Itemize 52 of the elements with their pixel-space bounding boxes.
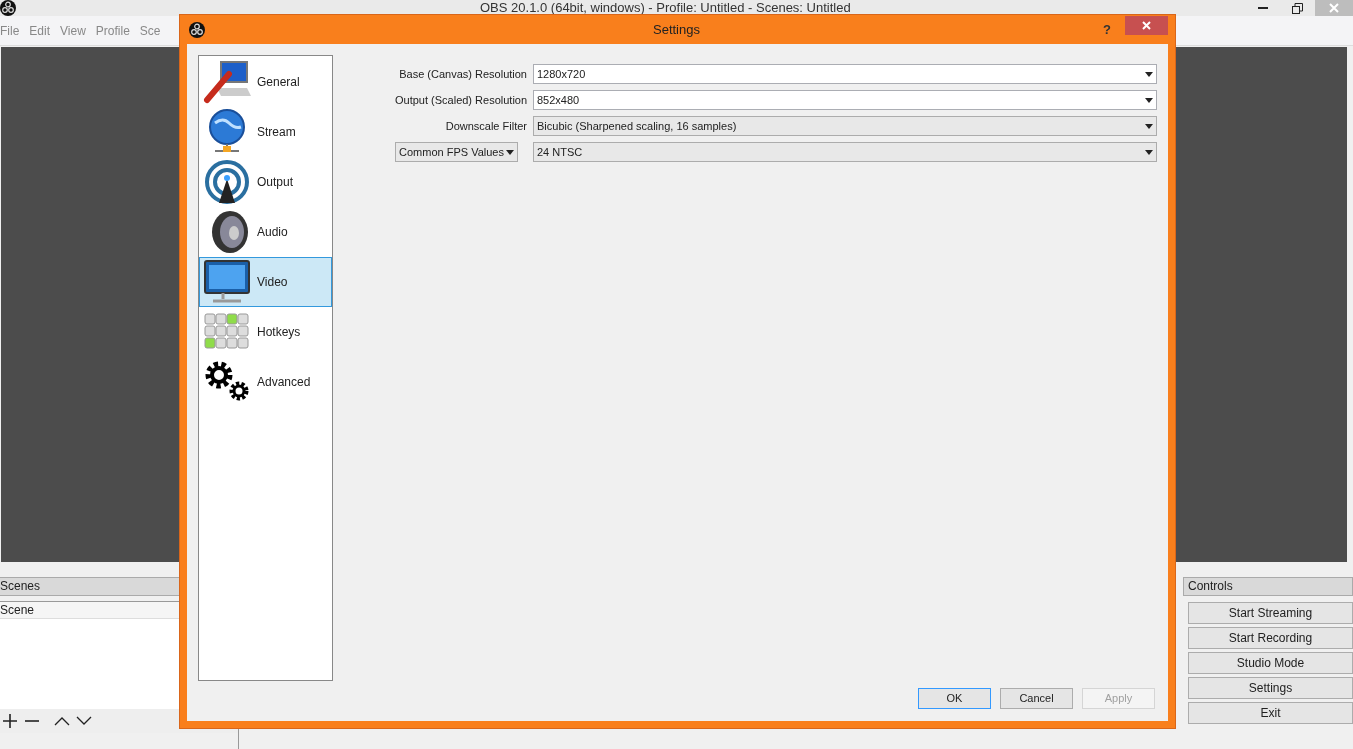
control-button[interactable]: Start Streaming	[1188, 602, 1353, 624]
caret-icon	[1145, 71, 1153, 77]
category-label: Advanced	[257, 374, 311, 391]
category-label: Hotkeys	[257, 324, 301, 341]
category-item[interactable]: Hotkeys	[199, 307, 332, 357]
select-field[interactable]: 24 NTSC	[533, 142, 1157, 162]
control-button[interactable]: Studio Mode	[1188, 652, 1353, 674]
category-item[interactable]: Video	[199, 257, 332, 307]
add-icon[interactable]	[2, 713, 18, 729]
category-item[interactable]: Advanced	[199, 357, 332, 407]
category-item[interactable]: General	[199, 57, 332, 107]
caret-icon	[506, 149, 514, 155]
category-label: General	[257, 74, 300, 91]
monitor-icon	[203, 259, 251, 305]
category-label: Stream	[257, 124, 296, 141]
control-button[interactable]: Settings	[1188, 677, 1353, 699]
category-label: Output	[257, 174, 294, 191]
control-button[interactable]: Start Recording	[1188, 627, 1353, 649]
select-field[interactable]: Bicubic (Sharpened scaling, 16 samples)	[533, 116, 1157, 136]
restore-icon	[1292, 2, 1303, 14]
window-title: OBS 20.1.0 (64bit, windows) - Profile: Untitled - Scenes: Untitled	[480, 0, 851, 16]
dock-header: Controls	[1183, 577, 1353, 596]
fps-mode-dropdown[interactable]: Common FPS Values	[395, 142, 518, 162]
caret-icon	[1145, 123, 1153, 129]
dialog-logo-icon	[189, 21, 205, 38]
minimize-icon	[1258, 7, 1268, 9]
caret-icon	[1145, 97, 1153, 103]
broadcast-antenna-icon	[204, 159, 250, 205]
move-down-icon[interactable]	[76, 716, 92, 726]
combo-field[interactable]: 852x480	[533, 90, 1157, 110]
help-button[interactable]: ?	[1103, 19, 1111, 40]
computer-wrench-icon	[203, 60, 251, 104]
category-item[interactable]: Output	[199, 157, 332, 207]
category-item[interactable]: Audio	[199, 207, 332, 257]
caret-icon	[1145, 149, 1153, 155]
dialog-title: Settings	[653, 20, 700, 39]
dialog-button[interactable]: OK	[918, 688, 991, 709]
close-button[interactable]	[1125, 16, 1168, 35]
close-icon	[1329, 3, 1339, 13]
category-item[interactable]: Stream	[199, 107, 332, 157]
combo-field[interactable]: 1280x720	[533, 64, 1157, 84]
close-icon	[1142, 21, 1151, 30]
category-label: Video	[257, 274, 288, 291]
field-label: Downscale Filter	[444, 118, 527, 134]
globe-network-icon	[207, 109, 247, 155]
control-button[interactable]: Exit	[1188, 702, 1353, 724]
keyboard-keys-icon	[204, 313, 250, 351]
move-up-icon[interactable]	[54, 716, 70, 726]
field-label: Output (Scaled) Resolution	[395, 92, 527, 108]
category-label: Audio	[257, 224, 288, 241]
dialog-button[interactable]: Cancel	[1000, 688, 1073, 709]
field-label: Base (Canvas) Resolution	[398, 66, 527, 82]
